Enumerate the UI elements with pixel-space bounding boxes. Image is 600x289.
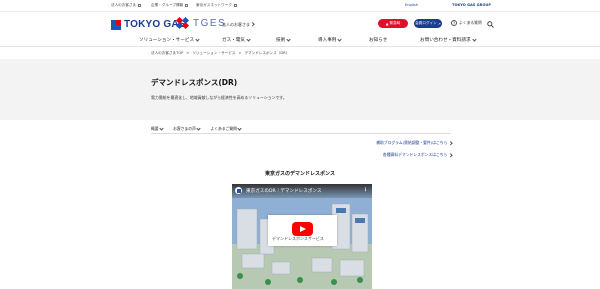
utility-link-group[interactable]: 企業・グループ情報 <box>151 3 189 8</box>
external-link-icon: ↗ <box>437 21 441 26</box>
documents-link[interactable]: 各種資料デマンドレスポンスはこちら <box>383 152 453 158</box>
breadcrumb-item[interactable]: ソリューション・サービス <box>192 51 235 56</box>
more-options-icon[interactable]: ⋮ <box>363 187 368 193</box>
utility-link-corporate[interactable]: 法人のお客さま <box>111 3 142 8</box>
tokyo-gas-logo[interactable]: TOKYO GAS <box>111 19 186 30</box>
emergency-button[interactable]: ▲ 緊急時 <box>378 19 408 28</box>
member-login-button[interactable]: 会員ログイン ↗ <box>414 19 442 28</box>
corporate-top-link[interactable]: 法人のお客さま <box>222 22 255 28</box>
title-band <box>0 59 600 120</box>
nav-item-case-studies[interactable]: 導入事例 <box>318 36 343 43</box>
page-title: デマンドレスポンス(DR) <box>151 78 238 87</box>
divider <box>151 133 451 134</box>
external-link-icon <box>185 4 189 7</box>
chevron-down-icon <box>246 36 251 42</box>
chevron-down-icon <box>471 36 477 42</box>
chevron-down-icon <box>337 36 343 42</box>
chevron-down-icon <box>196 125 201 131</box>
chevron-right-icon <box>448 153 453 157</box>
search-icon[interactable] <box>487 21 494 28</box>
utility-bar: 法人のお客さま 企業・グループ情報 東京ガスネットワーク English TOK… <box>0 0 600 12</box>
chevron-down-icon <box>195 36 200 42</box>
anchor-customer-voice[interactable]: お客さまの声 <box>173 125 201 132</box>
anchor-overview[interactable]: 概要 <box>151 125 164 132</box>
chevron-down-icon <box>159 125 164 131</box>
utility-link-network[interactable]: 東京ガスネットワーク <box>196 3 237 8</box>
breadcrumb-item-current: デマンドレスポンス（DR） <box>244 51 290 55</box>
tokyo-gas-mark-icon <box>111 19 121 30</box>
nav-item-contact[interactable]: お問い合わせ・資料請求 <box>420 36 477 43</box>
question-icon: ? <box>451 20 457 26</box>
external-link-icon <box>138 4 142 7</box>
video-player[interactable]: 東京ガスのDR｜デマンドレスポンス ⋮ デマンドレスポンスサービス <box>232 184 372 289</box>
nav-item-solutions[interactable]: ソリューション・サービス <box>139 36 200 43</box>
global-nav: ソリューション・サービス ガス・電気 技術 導入事例 お知らせ お問い合わせ・資… <box>0 33 600 47</box>
utility-link-english[interactable]: English <box>405 3 418 7</box>
play-icon[interactable] <box>292 222 313 236</box>
tges-mark-icon <box>175 16 190 30</box>
anchor-links: 概要 お客さまの声 よくあるご質問 <box>151 125 243 132</box>
nav-item-gas-electricity[interactable]: ガス・電気 <box>222 36 251 43</box>
page-lead: 電力需給を最適化し、地域貢献しながら経済性を高めるソリューションです。 <box>151 95 287 100</box>
external-link-icon <box>233 4 237 7</box>
nav-item-news[interactable]: お知らせ <box>369 37 387 43</box>
video-heading: 東京ガスのデマンドレスポンス <box>265 171 335 177</box>
faq-link[interactable]: ? よくある質問 <box>451 20 482 26</box>
chevron-down-icon <box>286 36 291 42</box>
chevron-right-icon <box>448 141 453 145</box>
channel-avatar-icon <box>235 187 242 194</box>
video-title-bar: 東京ガスのDR｜デマンドレスポンス ⋮ <box>232 184 372 198</box>
chevron-right-icon <box>250 22 255 27</box>
alert-icon: ▲ <box>385 21 389 26</box>
breadcrumb-item[interactable]: 法人のお客さまTOP <box>151 51 183 56</box>
nav-item-technology[interactable]: 技術 <box>276 36 291 43</box>
tges-logo[interactable]: TGES <box>175 16 226 30</box>
chevron-down-icon <box>237 125 243 131</box>
program-link[interactable]: 補助プログラム(需給調整・要件)はこちら <box>376 140 453 146</box>
breadcrumb: 法人のお客さまTOP > ソリューション・サービス > デマンドレスポンス（DR） <box>151 51 290 56</box>
anchor-faq[interactable]: よくあるご質問 <box>210 125 243 132</box>
tokyo-gas-group-logo[interactable]: TOKYO GAS GROUP <box>452 3 491 7</box>
